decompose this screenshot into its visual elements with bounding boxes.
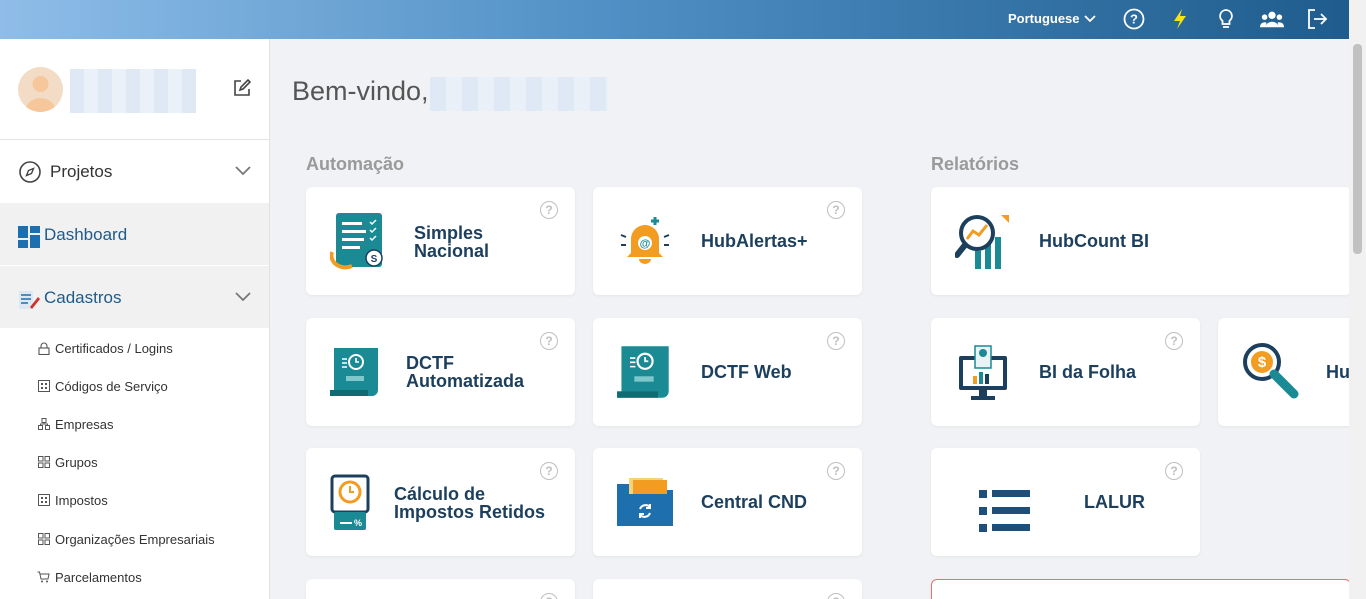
card-hubalertas[interactable]: @ HubAlertas+ ? <box>593 187 862 295</box>
help-icon[interactable]: ? <box>1165 332 1183 350</box>
welcome-name-redacted <box>430 77 608 111</box>
card-title: HubCount BI <box>1039 231 1149 251</box>
scrollbar-thumb[interactable] <box>1353 44 1362 254</box>
cart-icon <box>37 571 50 584</box>
dashboard-icon <box>18 226 40 248</box>
building-icon <box>37 418 50 431</box>
sidebar-item-dashboard[interactable]: Dashboard <box>0 203 269 265</box>
lightning-icon[interactable] <box>1168 7 1192 31</box>
top-bar: Portuguese ? <box>0 0 1366 39</box>
language-label: Portuguese <box>1008 11 1080 26</box>
card-partial-bottom-2[interactable]: ? <box>593 579 862 599</box>
card-title: Central CND <box>701 492 808 512</box>
users-icon[interactable] <box>1260 7 1284 31</box>
dctf-document-icon <box>328 346 382 403</box>
user-name-redacted <box>70 69 196 113</box>
grid-icon <box>37 456 50 469</box>
card-title: Hu <box>1326 362 1350 382</box>
calculator-icon: % <box>330 474 370 537</box>
analytics-magnifier-icon <box>954 211 1011 276</box>
card-title: LALUR <box>1084 492 1145 512</box>
sidebar-subitem-codigos-servico[interactable]: Códigos de Serviço <box>37 376 168 396</box>
help-icon[interactable]: ? <box>540 201 558 219</box>
lock-icon <box>37 342 50 355</box>
card-title: DCTF Web <box>701 362 792 382</box>
card-title: BI da Folha <box>1039 362 1137 382</box>
help-icon[interactable]: ? <box>827 593 845 599</box>
grid-icon <box>37 533 50 546</box>
card-title: Cálculo de Impostos Retidos <box>394 484 546 522</box>
sidebar: Projetos Dashboard Cadastros Certificado… <box>0 39 270 599</box>
sidebar-subitem-impostos[interactable]: Impostos <box>37 490 108 510</box>
chevron-down-icon <box>1083 14 1096 22</box>
section-title-automacao: Automação <box>306 154 405 174</box>
code-box-icon <box>37 494 50 507</box>
help-circle-icon[interactable]: ? <box>1122 7 1146 31</box>
sidebar-subitem-certificados[interactable]: Certificados / Logins <box>37 338 173 358</box>
help-icon[interactable]: ? <box>827 462 845 480</box>
help-icon[interactable]: ? <box>540 332 558 350</box>
welcome-heading: Bem-vindo, <box>292 76 429 106</box>
compass-icon <box>19 161 41 183</box>
svg-text:@: @ <box>640 238 651 250</box>
card-partial-bottom-1[interactable]: ? <box>306 579 575 599</box>
sidebar-subitem-empresas[interactable]: Empresas <box>37 414 114 434</box>
svg-text:?: ? <box>1130 12 1138 27</box>
help-icon[interactable]: ? <box>1165 462 1183 480</box>
list-icon <box>979 490 1031 537</box>
sidebar-item-label: Cadastros <box>44 288 122 307</box>
sidebar-subitem-parcelamentos[interactable]: Parcelamentos <box>37 567 142 587</box>
lightbulb-icon[interactable] <box>1214 7 1238 31</box>
monitor-report-icon <box>957 344 1009 407</box>
svg-text:%: % <box>354 518 362 528</box>
card-dctf-automatizada[interactable]: DCTF Automatizada ? <box>306 318 575 426</box>
card-bi-da-folha[interactable]: BI da Folha ? <box>931 318 1200 426</box>
help-icon[interactable]: ? <box>827 332 845 350</box>
card-calculo-impostos-retidos[interactable]: % Cálculo de Impostos Retidos ? <box>306 448 575 556</box>
card-title: Simples Nacional <box>414 223 490 261</box>
sidebar-item-projetos[interactable]: Projetos <box>0 140 269 202</box>
money-search-icon: $ <box>1240 342 1300 407</box>
bell-alert-icon: @ <box>619 213 671 274</box>
language-selector[interactable]: Portuguese <box>1008 11 1096 26</box>
page-scrollbar[interactable] <box>1349 0 1366 599</box>
card-lalur[interactable]: LALUR ? <box>931 448 1200 556</box>
svg-text:S: S <box>371 254 378 265</box>
card-title: DCTF Automatizada <box>406 353 525 391</box>
edit-profile-icon[interactable] <box>232 78 252 98</box>
user-profile <box>0 39 269 140</box>
code-box-icon <box>37 380 50 393</box>
simples-nacional-icon: S <box>329 212 388 275</box>
logout-icon[interactable] <box>1305 7 1329 31</box>
sidebar-item-cadastros[interactable]: Cadastros <box>0 266 269 328</box>
help-icon[interactable]: ? <box>540 593 558 599</box>
card-dctf-web[interactable]: DCTF Web ? <box>593 318 862 426</box>
edit-list-icon <box>18 289 40 311</box>
card-central-cnd[interactable]: Central CND ? <box>593 448 862 556</box>
dctf-web-document-icon <box>615 344 673 405</box>
sidebar-subitem-grupos[interactable]: Grupos <box>37 452 98 472</box>
card-partial-bottom-3[interactable] <box>931 579 1351 599</box>
help-icon[interactable]: ? <box>540 462 558 480</box>
card-hubcount-bi[interactable]: HubCount BI <box>931 187 1351 295</box>
folder-sync-icon <box>615 476 675 533</box>
sidebar-subitem-organizacoes[interactable]: Organizações Empresariais <box>37 529 215 549</box>
avatar[interactable] <box>18 67 63 112</box>
card-title: HubAlertas+ <box>701 231 808 251</box>
sidebar-item-label: Projetos <box>50 162 113 181</box>
help-icon[interactable]: ? <box>827 201 845 219</box>
section-title-relatorios: Relatórios <box>931 154 1020 174</box>
chevron-down-icon[interactable] <box>234 164 252 178</box>
card-hu-partial[interactable]: $ Hu <box>1218 318 1358 426</box>
card-simples-nacional[interactable]: S Simples Nacional ? <box>306 187 575 295</box>
sidebar-item-label: Dashboard <box>44 225 128 244</box>
chevron-down-icon[interactable] <box>234 290 252 304</box>
svg-text:$: $ <box>1258 354 1267 371</box>
